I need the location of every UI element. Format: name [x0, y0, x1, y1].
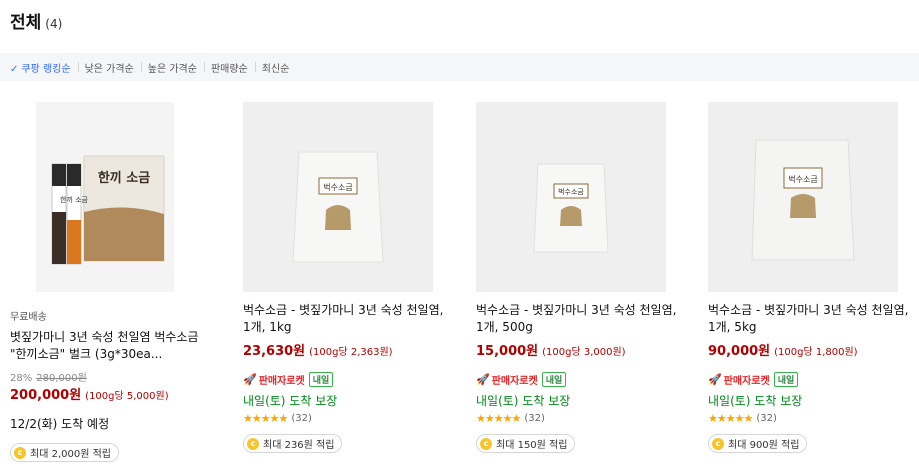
sort-option-high-price[interactable]: 높은 가격순	[140, 60, 204, 75]
cashback-text: 최대 236원 적립	[263, 440, 335, 451]
product-image[interactable]: 한끼 소금 한끼 소금	[36, 102, 174, 292]
rating-count: (32)	[524, 413, 545, 424]
product-card[interactable]: 벅수소금 벅수소금 - 볏짚가마니 3년 숙성 천일염, 1개, 1kg 23,…	[243, 100, 468, 472]
arrival-info: 내일(토) 도착 보장	[243, 394, 338, 408]
rating: ★★★★★ (32)	[476, 412, 696, 425]
sort-bar: ✓ 쿠팡 랭킹순 낮은 가격순 높은 가격순 판매량순 최신순	[0, 53, 919, 81]
rocket-label: 판매자로켓	[723, 376, 770, 387]
star-rating-icon: ★★★★★	[243, 412, 288, 425]
sort-option-newest[interactable]: 최신순	[254, 60, 297, 75]
page-header: 전체 (4)	[10, 8, 63, 33]
product-name[interactable]: 벅수소금 - 볏짚가마니 3년 숙성 천일염, 1개, 500g	[476, 302, 696, 336]
price-row: 15,000원 (100g당 3,000원)	[476, 340, 696, 359]
product-name[interactable]: 벅수소금 - 볏짚가마니 3년 숙성 천일염, 1개, 1kg	[243, 302, 463, 336]
tomorrow-badge: 내일	[541, 372, 567, 387]
star-rating-icon: ★★★★★	[476, 412, 521, 425]
cashback-text: 최대 2,000원 적립	[30, 449, 111, 460]
tomorrow-badge: 내일	[773, 372, 799, 387]
cashback-badge: c 최대 900원 적립	[708, 434, 808, 453]
original-price: 280,000원	[36, 373, 87, 384]
rating-count: (32)	[756, 413, 777, 424]
rocket-icon: 🚀	[476, 373, 490, 386]
unit-price: (100g당 5,000원)	[85, 391, 169, 402]
rocket-label: 판매자로켓	[258, 376, 305, 387]
unit-price: (100g당 2,363원)	[309, 347, 393, 358]
rating: ★★★★★ (32)	[243, 412, 463, 425]
cashback-text: 최대 900원 적립	[728, 440, 800, 451]
box-title: 한끼 소금	[98, 170, 150, 186]
coin-icon: c	[14, 446, 26, 459]
arrival-info: 내일(토) 도착 보장	[708, 394, 803, 408]
product-name[interactable]: 볏짚가마니 3년 숙성 천일염 벅수소금 "한끼소금" 벌크 (3g*30ea.…	[10, 329, 230, 363]
cashback-badge: c 최대 150원 적립	[476, 434, 576, 453]
price-row: 23,630원 (100g당 2,363원)	[243, 340, 463, 359]
cashback-badge: c 최대 2,000원 적립	[10, 443, 119, 462]
price-row: 200,000원 (100g당 5,000원)	[10, 384, 230, 403]
product-card[interactable]: 벅수소금 벅수소금 - 볏짚가마니 3년 숙성 천일염, 1개, 500g 15…	[476, 100, 701, 472]
sort-option-label: 쿠팡 랭킹순	[21, 63, 71, 75]
coin-icon: c	[247, 437, 259, 450]
product-name[interactable]: 벅수소금 - 볏짚가마니 3년 숙성 천일염, 1개, 5kg	[708, 302, 919, 336]
product-image[interactable]: 벅수소금	[708, 102, 898, 292]
tomorrow-badge: 내일	[308, 372, 334, 387]
bag-label: 벅수소금	[788, 174, 817, 184]
arrival-info: 내일(토) 도착 보장	[476, 394, 571, 408]
sort-option-ranking[interactable]: ✓ 쿠팡 랭킹순	[3, 60, 78, 75]
unit-price: (100g당 1,800원)	[774, 347, 858, 358]
coin-icon: c	[712, 437, 724, 450]
free-shipping-label: 무료배송	[10, 312, 47, 323]
discount-row: 28% 280,000원	[10, 369, 230, 384]
rating-count: (32)	[291, 413, 312, 424]
price-row: 90,000원 (100g당 1,800원)	[708, 340, 919, 359]
rocket-delivery-badge: 🚀 판매자로켓 내일	[243, 372, 463, 387]
product-image-art: 벅수소금	[708, 102, 898, 292]
arrival-info: 12/2(화) 도착 예정	[10, 417, 110, 431]
product-card[interactable]: 벅수소금 벅수소금 - 볏짚가마니 3년 숙성 천일염, 1개, 5kg 90,…	[708, 100, 919, 472]
rocket-icon: 🚀	[708, 373, 722, 386]
coin-icon: c	[480, 437, 492, 450]
product-image-art: 벅수소금	[476, 102, 666, 292]
bag-label: 벅수소금	[323, 182, 352, 192]
sale-price: 200,000원	[10, 388, 82, 403]
product-card[interactable]: 한끼 소금 한끼 소금 무료배송 볏짚가마니 3년 숙성 천일염 벅수소금 "한…	[10, 100, 235, 472]
check-icon: ✓	[10, 63, 19, 75]
cashback-badge: c 최대 236원 적립	[243, 434, 343, 453]
bag-label: 벅수소금	[558, 187, 584, 196]
star-rating-icon: ★★★★★	[708, 412, 753, 425]
product-list: 한끼 소금 한끼 소금 무료배송 볏짚가마니 3년 숙성 천일염 벅수소금 "한…	[0, 100, 919, 472]
rocket-icon: 🚀	[243, 373, 257, 386]
stick-label: 한끼 소금	[60, 195, 89, 204]
sale-price: 15,000원	[476, 344, 539, 359]
rocket-label: 판매자로켓	[491, 376, 538, 387]
sale-price: 90,000원	[708, 344, 771, 359]
sort-option-low-price[interactable]: 낮은 가격순	[77, 60, 141, 75]
rocket-delivery-badge: 🚀 판매자로켓 내일	[708, 372, 919, 387]
product-image[interactable]: 벅수소금	[243, 102, 433, 292]
discount-rate: 28%	[10, 373, 33, 384]
page-title: 전체	[10, 13, 42, 33]
sale-price: 23,630원	[243, 344, 306, 359]
product-image-art: 한끼 소금 한끼 소금	[36, 102, 174, 292]
rocket-delivery-badge: 🚀 판매자로켓 내일	[476, 372, 696, 387]
rating: ★★★★★ (32)	[708, 412, 919, 425]
unit-price: (100g당 3,000원)	[542, 347, 626, 358]
product-image-art: 벅수소금	[243, 102, 433, 292]
result-count: (4)	[45, 17, 63, 31]
product-image[interactable]: 벅수소금	[476, 102, 666, 292]
cashback-text: 최대 150원 적립	[496, 440, 568, 451]
sort-option-sales[interactable]: 판매량순	[203, 60, 255, 75]
